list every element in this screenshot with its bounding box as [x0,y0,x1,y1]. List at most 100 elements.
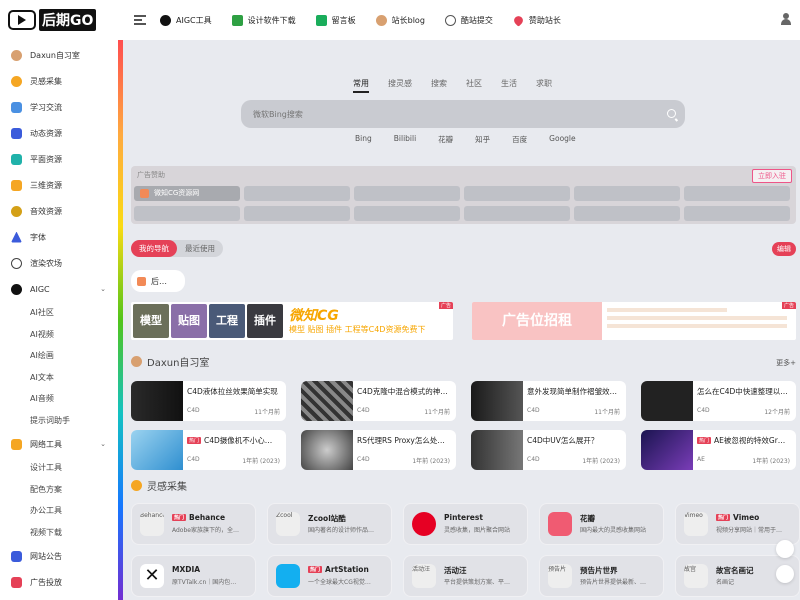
site-logo[interactable]: 后期GO [0,0,118,40]
ad-banner-for-rent[interactable]: 广告位招租 广告 [472,302,796,340]
search-tab-community[interactable]: 社区 [466,78,482,93]
sidebar-subitem-ai-text[interactable]: AI文本 [0,367,118,389]
sidebar-item-audio[interactable]: 音效资源 [0,198,118,224]
sponsor-slot[interactable] [684,206,790,221]
sponsor-slot[interactable] [464,186,570,201]
topnav-message-board[interactable]: 留言板 [315,14,356,26]
join-now-button[interactable]: 立即入驻 [752,169,792,183]
engine-bing[interactable]: Bing [355,134,372,145]
banner-thumb-project: 工程 [209,304,245,338]
article-card[interactable]: 热门 AE被忽视的特效Gr… AE 1年前 (2023) [641,430,796,470]
sidebar-item-announcement[interactable]: 网站公告 [0,543,118,569]
sidebar-subitem-prompt-helper[interactable]: 提示词助手 [0,410,118,432]
site-card-pinterest[interactable]: Pinterest 灵感收集，图片聚合网站 [403,503,528,545]
menu-toggle-icon[interactable] [134,15,146,25]
search-tab-search[interactable]: 搜索 [431,78,447,93]
tab-recent[interactable]: 最近使用 [177,240,223,257]
more-link[interactable]: 更多+ [776,358,796,368]
sidebar-item-network-tools[interactable]: 网络工具 ⌄ [0,431,118,457]
engine-zhihu[interactable]: 知乎 [475,134,490,145]
search-input[interactable] [241,100,641,128]
dark-mode-icon[interactable] [776,565,794,583]
sidebar-item-aigc[interactable]: AIGC ⌄ [0,276,118,302]
article-card[interactable]: 怎么在C4D中快速整理以… C4D 12个月前 [641,381,796,421]
search-icon[interactable] [667,109,676,118]
article-card[interactable]: 意外发现简单制作褶皱效… C4D 11个月前 [471,381,626,421]
user-icon[interactable] [780,13,792,25]
article-tag: AE [697,456,705,463]
sponsor-slot[interactable] [574,206,680,221]
sidebar-item-graphic[interactable]: 平面资源 [0,146,118,172]
sponsor-slot[interactable] [574,186,680,201]
edit-button[interactable]: 编辑 [772,242,796,256]
site-card-vimeo[interactable]: Vimeo 热门 Vimeo 视频分享网站｜常用于… [675,503,800,545]
sponsor-slot[interactable] [354,206,460,221]
article-card[interactable]: C4D克隆中混合模式的神… C4D 11个月前 [301,381,456,421]
search-tabs: 常用 搜灵感 搜索 社区 生活 求职 [353,78,571,93]
site-card-trailer-world[interactable]: 预告片 预告片世界 预告片世界提供最新、… [539,555,664,597]
search-tab-inspiration[interactable]: 搜灵感 [388,78,412,93]
my-site-label: 后… [151,276,167,286]
sponsor-slot[interactable] [464,206,570,221]
sidebar-item-learning[interactable]: 学习交流 [0,94,118,120]
sponsor-slot[interactable] [134,206,240,221]
sidebar-item-motion[interactable]: 动态资源 [0,120,118,146]
search-tab-jobs[interactable]: 求职 [536,78,552,93]
article-card[interactable]: C4D液体拉丝效果简单实现 C4D 11个月前 [131,381,286,421]
site-card-zcool[interactable]: Zcool Zcool站酷 国内著名的设计师作品… [267,503,392,545]
sidebar-subitem-ai-community[interactable]: AI社区 [0,302,118,324]
sponsor-slot[interactable] [354,186,460,201]
article-card[interactable]: RS代理RS Proxy怎么处… C4D 1年前 (2023) [301,430,456,470]
feedback-icon[interactable] [776,540,794,558]
sponsor-slot[interactable] [244,206,350,221]
topnav-aigc[interactable]: AIGC工具 [160,14,212,26]
topnav-submit-site[interactable]: 酷站提交 [444,14,493,26]
article-title-text: AE被忽视的特效Gr… [714,436,786,445]
message-icon [315,14,327,26]
site-card-huodongwang[interactable]: 活动汪 活动汪 平台提供策划方案、平… [403,555,528,597]
topnav-sponsor[interactable]: 赞助站长 [512,13,561,27]
article-card[interactable]: C4D中UV怎么展开？ C4D 1年前 (2023) [471,430,626,470]
sidebar-item-label: 网络工具 [30,439,62,449]
site-card-artstation[interactable]: 热门 ArtStation 一个全球最大CG视觉… [267,555,392,597]
sidebar-item-daxun[interactable]: Daxun自习室 [0,42,118,68]
article-thumbnail [471,381,523,421]
topnav-blog[interactable]: 站长blog [375,14,425,26]
search-tab-life[interactable]: 生活 [501,78,517,93]
sponsor-panel: 广告赞助 立即入驻 微知CG资源网 [131,166,796,224]
my-site-shortcut[interactable]: 后… [131,270,185,292]
sidebar-subitem-ai-painting[interactable]: AI绘画 [0,345,118,367]
engine-baidu[interactable]: 百度 [512,134,527,145]
search-tab-common[interactable]: 常用 [353,78,369,93]
sponsor-slot[interactable] [684,186,790,201]
site-card-mxdia[interactable]: ✕ MXDIA 原TVTalk.cn｜国内包… [131,555,256,597]
topnav-label: AIGC工具 [176,15,212,25]
engine-huaban[interactable]: 花瓣 [438,134,453,145]
sidebar-item-render-farm[interactable]: 渲染农场 [0,250,118,276]
sidebar-item-3d[interactable]: 三维资源 [0,172,118,198]
sidebar-subitem-video-download[interactable]: 视频下载 [0,522,118,544]
article-thumbnail [301,381,353,421]
sidebar-item-font[interactable]: 字体 [0,224,118,250]
site-grid: Behance 热门 Behance Adobe家族旗下的，全… Zcool Zc… [131,503,800,597]
topnav-software-download[interactable]: 设计软件下载 [231,14,296,26]
hot-badge: 热门 [172,514,187,521]
engine-google[interactable]: Google [549,134,575,145]
engine-bilibili[interactable]: Bilibili [394,134,416,145]
sidebar-subitem-ai-video[interactable]: AI视频 [0,324,118,346]
sidebar-subitem-office-tools[interactable]: 办公工具 [0,500,118,522]
ad-banner-weizhi[interactable]: 模型 贴图 工程 插件 微知CG 模型 贴图 插件 工程等C4D资源免费下 广告 [131,302,453,340]
article-card[interactable]: 热门 C4D摄像机不小心… C4D 1年前 (2023) [131,430,286,470]
banner-title: 微知CG [289,308,339,324]
tab-my-nav[interactable]: 我的导航 [131,240,177,257]
banner-rent-text: 广告位招租 [472,302,602,340]
sidebar-item-inspiration[interactable]: 灵感采集 [0,68,118,94]
sponsor-slot[interactable] [244,186,350,201]
sidebar-subitem-color-schemes[interactable]: 配色方案 [0,479,118,501]
site-card-huaban[interactable]: 花瓣 国内最大的灵感收集网站 [539,503,664,545]
sidebar-subitem-design-tools[interactable]: 设计工具 [0,457,118,479]
sidebar-item-ad-placement[interactable]: 广告投放 [0,569,118,595]
sidebar-subitem-ai-audio[interactable]: AI音频 [0,388,118,410]
site-card-behance[interactable]: Behance 热门 Behance Adobe家族旗下的，全… [131,503,256,545]
sponsor-slot[interactable]: 微知CG资源网 [134,186,240,201]
